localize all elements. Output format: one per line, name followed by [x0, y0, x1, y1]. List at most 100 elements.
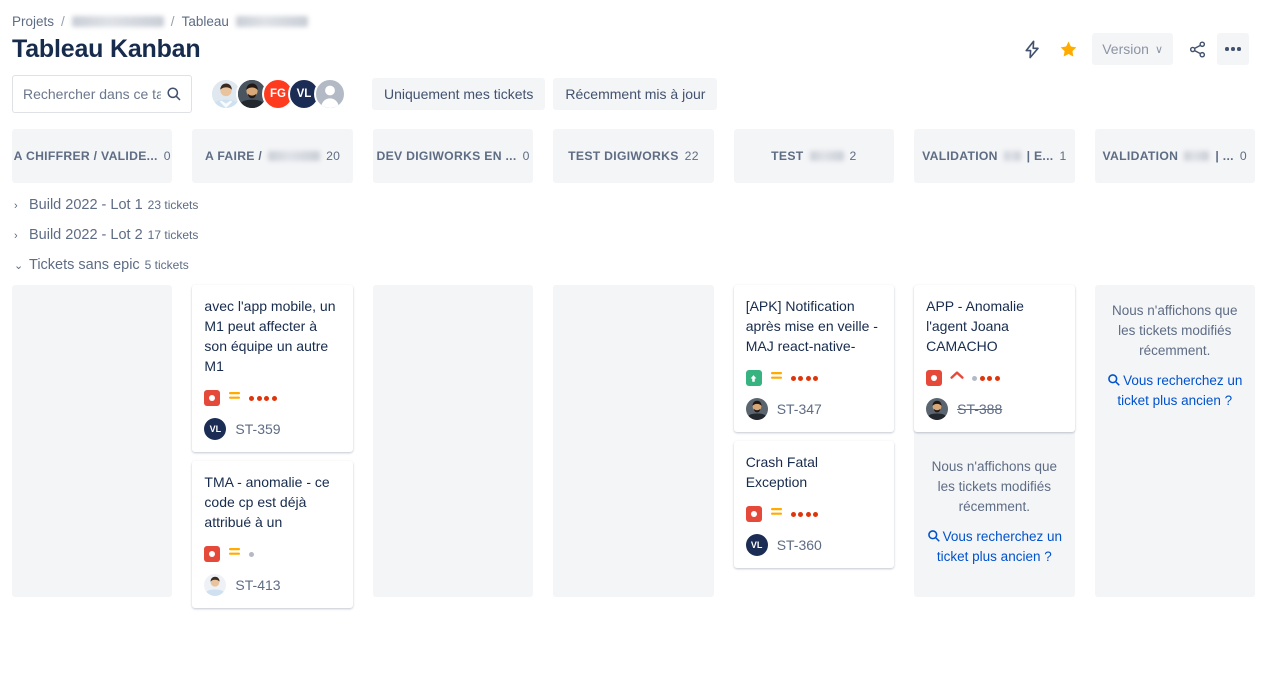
column-cell-test-digiworks[interactable]: [553, 285, 714, 597]
filter-my-tickets[interactable]: Uniquement mes tickets: [372, 78, 546, 110]
kanban-board: A CHIFFRER / VALIDE... 0 A FAIRE / 20 DE…: [0, 113, 1267, 608]
dot: [271, 395, 277, 401]
bug-icon: [204, 546, 221, 562]
column-label-redacted: [1184, 151, 1210, 161]
story-points-dots: [790, 375, 819, 381]
breadcrumb-project-redacted[interactable]: [71, 16, 164, 27]
column-label: A CHIFFRER / VALIDE...: [13, 149, 158, 163]
search-icon: [1108, 374, 1120, 386]
filter-buttons: Uniquement mes tickets Récemment mis à j…: [372, 78, 718, 110]
column-header-a-chiffrer[interactable]: A CHIFFRER / VALIDE... 0: [12, 129, 173, 183]
lightning-bolt-icon[interactable]: [1016, 33, 1048, 65]
priority-medium-icon: [228, 545, 241, 563]
card-avatar[interactable]: VL: [204, 418, 227, 440]
swimlane-count: 23 tickets: [147, 198, 199, 212]
column-header-validation-2[interactable]: VALIDATION | ... 0: [1094, 129, 1255, 183]
column-header-test-digiworks[interactable]: TEST DIGIWORKS 22: [553, 129, 714, 183]
card-meta: [745, 505, 882, 523]
title-actions: Version ∨: [1016, 33, 1249, 65]
empty-state-message: Nous n'affichons que les tickets modifié…: [1112, 303, 1238, 358]
column-count: 0: [1239, 149, 1247, 163]
search-older-ticket-link[interactable]: Vous recherchez un ticket plus ancien ?: [914, 527, 1074, 567]
column-cell-a-chiffrer[interactable]: [12, 285, 173, 597]
story-icon: [745, 370, 762, 386]
breadcrumb-board[interactable]: Tableau: [182, 14, 229, 29]
card-key[interactable]: ST-413: [235, 577, 280, 593]
card-st-360[interactable]: Crash Fatal Exception VL ST-360: [733, 441, 895, 568]
card-key[interactable]: ST-388: [957, 401, 1002, 417]
card-st-413[interactable]: TMA - anomalie - ce code cp est déjà att…: [192, 461, 353, 608]
card-avatar[interactable]: VL: [745, 534, 768, 556]
card-st-388[interactable]: APP - Anomalie l'agent Joana CAMACHO ST-…: [914, 285, 1075, 432]
star-icon[interactable]: [1052, 33, 1084, 65]
bug-icon: [926, 370, 943, 386]
card-footer: ST-388: [926, 398, 1062, 420]
avatar-generic[interactable]: [314, 78, 346, 110]
breadcrumb-projets[interactable]: Projets: [12, 14, 54, 29]
swimlane-name: Build 2022 - Lot 2: [29, 227, 143, 243]
card-avatar[interactable]: [926, 398, 949, 420]
priority-high-icon: [950, 369, 964, 387]
board-toolbar: FG VL Uniquement mes tickets Récemment m…: [0, 65, 1267, 113]
title-row: Tableau Kanban Version ∨: [0, 29, 1267, 65]
column-label: VALIDATION: [922, 149, 998, 163]
column-cell-test[interactable]: [APK] Notification après mise en veille …: [733, 285, 895, 597]
card-avatar[interactable]: [745, 398, 768, 420]
card-avatar[interactable]: [204, 574, 227, 596]
column-label-redacted: [1003, 151, 1021, 161]
share-icon[interactable]: [1181, 33, 1213, 65]
dot: [979, 375, 985, 381]
breadcrumb-separator-1: /: [61, 14, 65, 29]
card-st-359[interactable]: avec l'app mobile, un M1 peut affecter à…: [192, 285, 353, 452]
search-input[interactable]: [13, 76, 191, 112]
search-box[interactable]: [12, 75, 192, 113]
card-title: avec l'app mobile, un M1 peut affecter à…: [204, 298, 336, 374]
column-header-a-faire[interactable]: A FAIRE / 20: [192, 129, 353, 183]
version-dropdown[interactable]: Version ∨: [1092, 33, 1173, 65]
swimlane-body: avec l'app mobile, un M1 peut affecter à…: [12, 285, 1255, 608]
more-dot-1: [1225, 47, 1229, 51]
search-older-ticket-label: Vous recherchez un ticket plus ancien ?: [1117, 373, 1243, 408]
card-footer: ST-347: [745, 398, 882, 420]
card-meta: [745, 369, 882, 387]
dot: [813, 375, 819, 381]
dot: [805, 511, 811, 517]
card-meta: [204, 545, 340, 563]
column-count: 1: [1059, 149, 1067, 163]
column-cell-validation-1[interactable]: APP - Anomalie l'agent Joana CAMACHO ST-…: [914, 285, 1075, 597]
dot: [249, 551, 255, 557]
avatar-group: FG VL: [210, 78, 346, 110]
swimlane-build-2022-lot-2[interactable]: › Build 2022 - Lot 2 17 tickets: [12, 213, 1255, 243]
swimlane-name: Build 2022 - Lot 1: [29, 197, 143, 213]
swimlane-build-2022-lot-1[interactable]: › Build 2022 - Lot 1 23 tickets: [12, 183, 1255, 213]
column-cell-dev-digiworks[interactable]: [372, 285, 534, 597]
breadcrumb-board-redacted[interactable]: [235, 16, 308, 27]
card-key[interactable]: ST-360: [777, 537, 822, 553]
priority-medium-icon: [228, 389, 241, 407]
dot: [805, 375, 811, 381]
column-header-dev-digiworks[interactable]: DEV DIGIWORKS EN ... 0: [372, 129, 534, 183]
breadcrumb-separator-2: /: [170, 14, 175, 29]
breadcrumb: Projets / / Tableau: [0, 0, 1267, 29]
column-header-test[interactable]: TEST 2: [733, 129, 895, 183]
column-label: DEV DIGIWORKS EN ...: [376, 149, 517, 163]
search-older-ticket-link[interactable]: Vous recherchez un ticket plus ancien ?: [1095, 371, 1255, 411]
dot: [994, 375, 1000, 381]
column-count: 0: [163, 149, 171, 163]
card-key[interactable]: ST-347: [777, 401, 822, 417]
swimlane-tickets-sans-epic[interactable]: ⌄ Tickets sans epic 5 tickets: [12, 243, 1255, 273]
filter-recently-updated[interactable]: Récemment mis à jour: [553, 78, 718, 110]
column-cell-validation-2[interactable]: Nous n'affichons que les tickets modifié…: [1094, 285, 1255, 597]
card-footer: VL ST-360: [745, 534, 882, 556]
dot: [790, 511, 796, 517]
version-label: Version: [1102, 41, 1149, 57]
card-key[interactable]: ST-359: [235, 421, 280, 437]
card-st-347[interactable]: [APK] Notification après mise en veille …: [733, 285, 895, 432]
chevron-right-icon: ›: [14, 230, 18, 242]
column-count: 20: [326, 149, 341, 163]
column-count: 0: [522, 149, 530, 163]
more-options-icon[interactable]: [1217, 33, 1249, 65]
column-cell-a-faire[interactable]: avec l'app mobile, un M1 peut affecter à…: [192, 285, 353, 608]
page-title: Tableau Kanban: [12, 34, 201, 63]
column-header-validation-1[interactable]: VALIDATION | E... 1: [914, 129, 1075, 183]
